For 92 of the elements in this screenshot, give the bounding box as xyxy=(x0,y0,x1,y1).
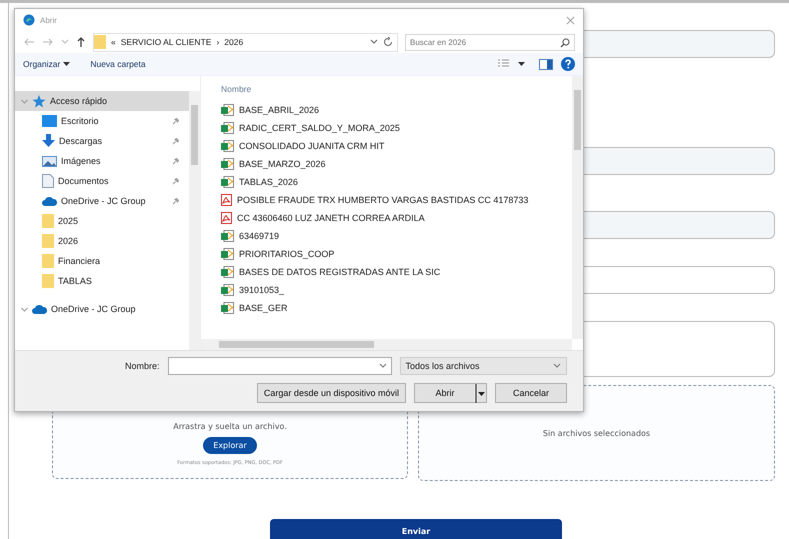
folder-icon xyxy=(42,214,54,228)
filename-field[interactable] xyxy=(168,357,392,375)
cancel-button[interactable]: Cancelar xyxy=(495,383,567,403)
browse-button[interactable]: Explorar xyxy=(203,437,257,454)
chevron-down-icon[interactable] xyxy=(553,363,561,369)
help-icon[interactable] xyxy=(561,57,575,71)
star-icon xyxy=(32,94,46,108)
search-icon xyxy=(560,38,570,48)
nav-item[interactable]: OneDrive - JC Group xyxy=(15,191,189,211)
column-header[interactable]: Nombre xyxy=(221,84,572,94)
chevron-down-icon[interactable] xyxy=(378,363,387,369)
address-bar[interactable]: « SERVICIO AL CLIENTE › 2026 xyxy=(93,32,398,52)
cloud-icon xyxy=(32,304,47,314)
filename-label: Nombre: xyxy=(125,361,160,371)
path-segment[interactable]: SERVICIO AL CLIENTE xyxy=(120,37,212,47)
close-icon[interactable] xyxy=(566,16,575,24)
file-item[interactable]: BASE_GER xyxy=(221,299,572,317)
document-icon xyxy=(42,174,54,188)
desktop-icon xyxy=(42,115,57,127)
file-item[interactable]: CONSOLIDADO JUANITA CRM HIT xyxy=(221,137,572,155)
spreadsheet-file-icon xyxy=(221,104,234,116)
dropdown-arrow-icon[interactable] xyxy=(475,384,486,402)
preview-pane-icon[interactable] xyxy=(539,58,553,70)
submit-button[interactable]: Enviar xyxy=(270,519,562,539)
search-field[interactable]: Buscar en 2026 xyxy=(405,34,575,50)
scrollbar[interactable] xyxy=(189,91,200,350)
scrollbar[interactable] xyxy=(201,339,572,350)
nav-item[interactable]: OneDrive - JC Group xyxy=(15,299,189,319)
folder-icon xyxy=(42,234,54,248)
file-item[interactable]: BASES DE DATOS REGISTRADAS ANTE LA SIC xyxy=(221,263,572,281)
nav-item[interactable]: Financiera xyxy=(15,251,189,271)
up-arrow-icon[interactable] xyxy=(76,36,86,48)
pin-icon[interactable] xyxy=(172,138,179,144)
file-item[interactable]: CC 43606460 LUZ JANETH CORREA ARDILA xyxy=(221,209,572,227)
spreadsheet-file-icon xyxy=(221,266,234,278)
window-title: Abrir xyxy=(40,16,57,24)
forward-arrow-icon[interactable] xyxy=(42,37,54,47)
spreadsheet-file-icon xyxy=(221,284,234,296)
spreadsheet-file-icon xyxy=(221,302,234,314)
organize-menu[interactable]: Organizar xyxy=(23,59,60,69)
chevron-down-icon[interactable] xyxy=(370,39,378,45)
folder-icon xyxy=(94,35,106,49)
file-item[interactable]: 63469719 xyxy=(221,227,572,245)
spreadsheet-file-icon xyxy=(221,176,234,188)
upload-from-mobile-button[interactable]: Cargar desde un dispositivo móvil xyxy=(256,383,406,403)
new-folder-button[interactable]: Nueva carpeta xyxy=(90,59,146,69)
nav-item[interactable]: Acceso rápido xyxy=(15,91,189,111)
spreadsheet-file-icon xyxy=(221,122,234,134)
spreadsheet-file-icon xyxy=(221,158,234,170)
drop-hint: Arrastra y suelta un archivo. xyxy=(173,422,287,431)
nav-item[interactable]: 2025 xyxy=(15,211,189,231)
empty-files-text: Sin archivos seleccionados xyxy=(542,428,650,438)
scrollbar[interactable] xyxy=(572,76,583,339)
nav-item[interactable]: 2026 xyxy=(15,231,189,251)
file-type-dropdown[interactable]: Todos los archivos xyxy=(400,357,567,375)
spreadsheet-file-icon xyxy=(221,248,234,260)
spreadsheet-file-icon xyxy=(221,140,234,152)
pin-icon[interactable] xyxy=(172,158,179,164)
nav-item[interactable]: Descargas xyxy=(15,131,189,151)
pin-icon[interactable] xyxy=(172,178,179,184)
refresh-icon[interactable] xyxy=(383,37,393,47)
chevron-icon[interactable] xyxy=(21,98,28,104)
caret-icon xyxy=(63,62,70,66)
pdf-file-icon xyxy=(221,212,232,224)
nav-item[interactable]: Documentos xyxy=(15,171,189,191)
folder-icon xyxy=(42,274,54,288)
file-item[interactable]: POSIBLE FRAUDE TRX HUMBERTO VARGAS BASTIDAS CC 4178733 xyxy=(221,191,572,209)
file-item[interactable]: BASE_MARZO_2026 xyxy=(221,155,572,173)
picture-icon xyxy=(42,156,57,166)
file-item[interactable]: 39101053_ xyxy=(221,281,572,299)
path-segment[interactable]: 2026 xyxy=(224,37,244,47)
file-item[interactable]: RADIC_CERT_SALDO_Y_MORA_2025 xyxy=(221,119,572,137)
file-item[interactable]: PRIORITARIOS_COOP xyxy=(221,245,572,263)
download-icon xyxy=(42,134,55,148)
browser-icon xyxy=(23,14,35,26)
caret-icon[interactable] xyxy=(518,62,525,66)
pin-icon[interactable] xyxy=(172,118,179,124)
back-arrow-icon[interactable] xyxy=(23,37,35,47)
nav-item[interactable]: TABLAS xyxy=(15,271,189,291)
overflow-chevron[interactable]: « xyxy=(111,37,116,47)
view-options-icon[interactable] xyxy=(497,59,510,69)
chevron-icon[interactable] xyxy=(21,306,28,312)
spreadsheet-file-icon xyxy=(221,230,234,242)
nav-item[interactable]: Imágenes xyxy=(15,151,189,171)
pdf-file-icon xyxy=(221,194,232,206)
file-item[interactable]: BASE_ABRIL_2026 xyxy=(221,101,572,119)
pin-icon[interactable] xyxy=(172,198,179,204)
folder-icon xyxy=(42,254,54,268)
file-item[interactable]: TABLAS_2026 xyxy=(221,173,572,191)
nav-item[interactable]: Escritorio xyxy=(15,111,189,131)
cloud-icon xyxy=(42,196,57,206)
path-separator: › xyxy=(216,37,220,47)
